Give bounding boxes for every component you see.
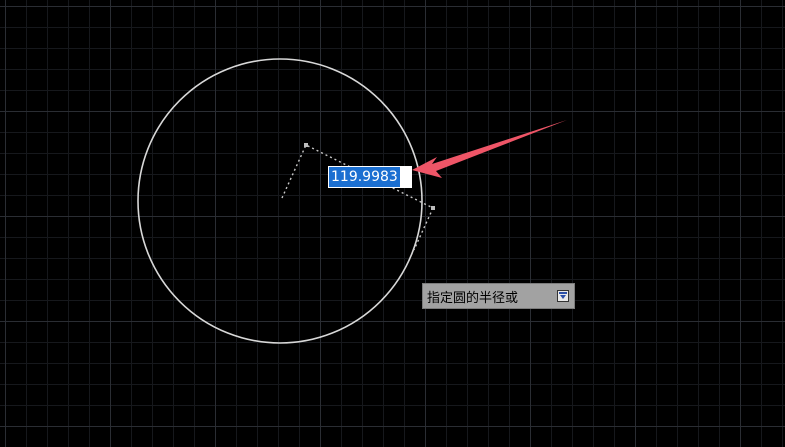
dynamic-input-field[interactable]: 119.9983 [328,166,412,188]
drawing-canvas[interactable]: 119.9983 指定圆的半径或 [0,0,785,447]
radius-value-text: 119.9983 [329,167,400,187]
command-prompt-tooltip: 指定圆的半径或 [422,283,575,309]
dropdown-arrow-icon[interactable] [557,290,569,302]
drawing-svg [137,58,567,344]
radius-dimension-guide [281,144,434,251]
annotation-arrow [412,120,567,178]
command-prompt-text: 指定圆的半径或 [427,290,519,306]
grip-marker[interactable] [431,206,435,210]
circle-entity[interactable] [137,58,423,344]
grip-marker[interactable] [304,143,308,147]
